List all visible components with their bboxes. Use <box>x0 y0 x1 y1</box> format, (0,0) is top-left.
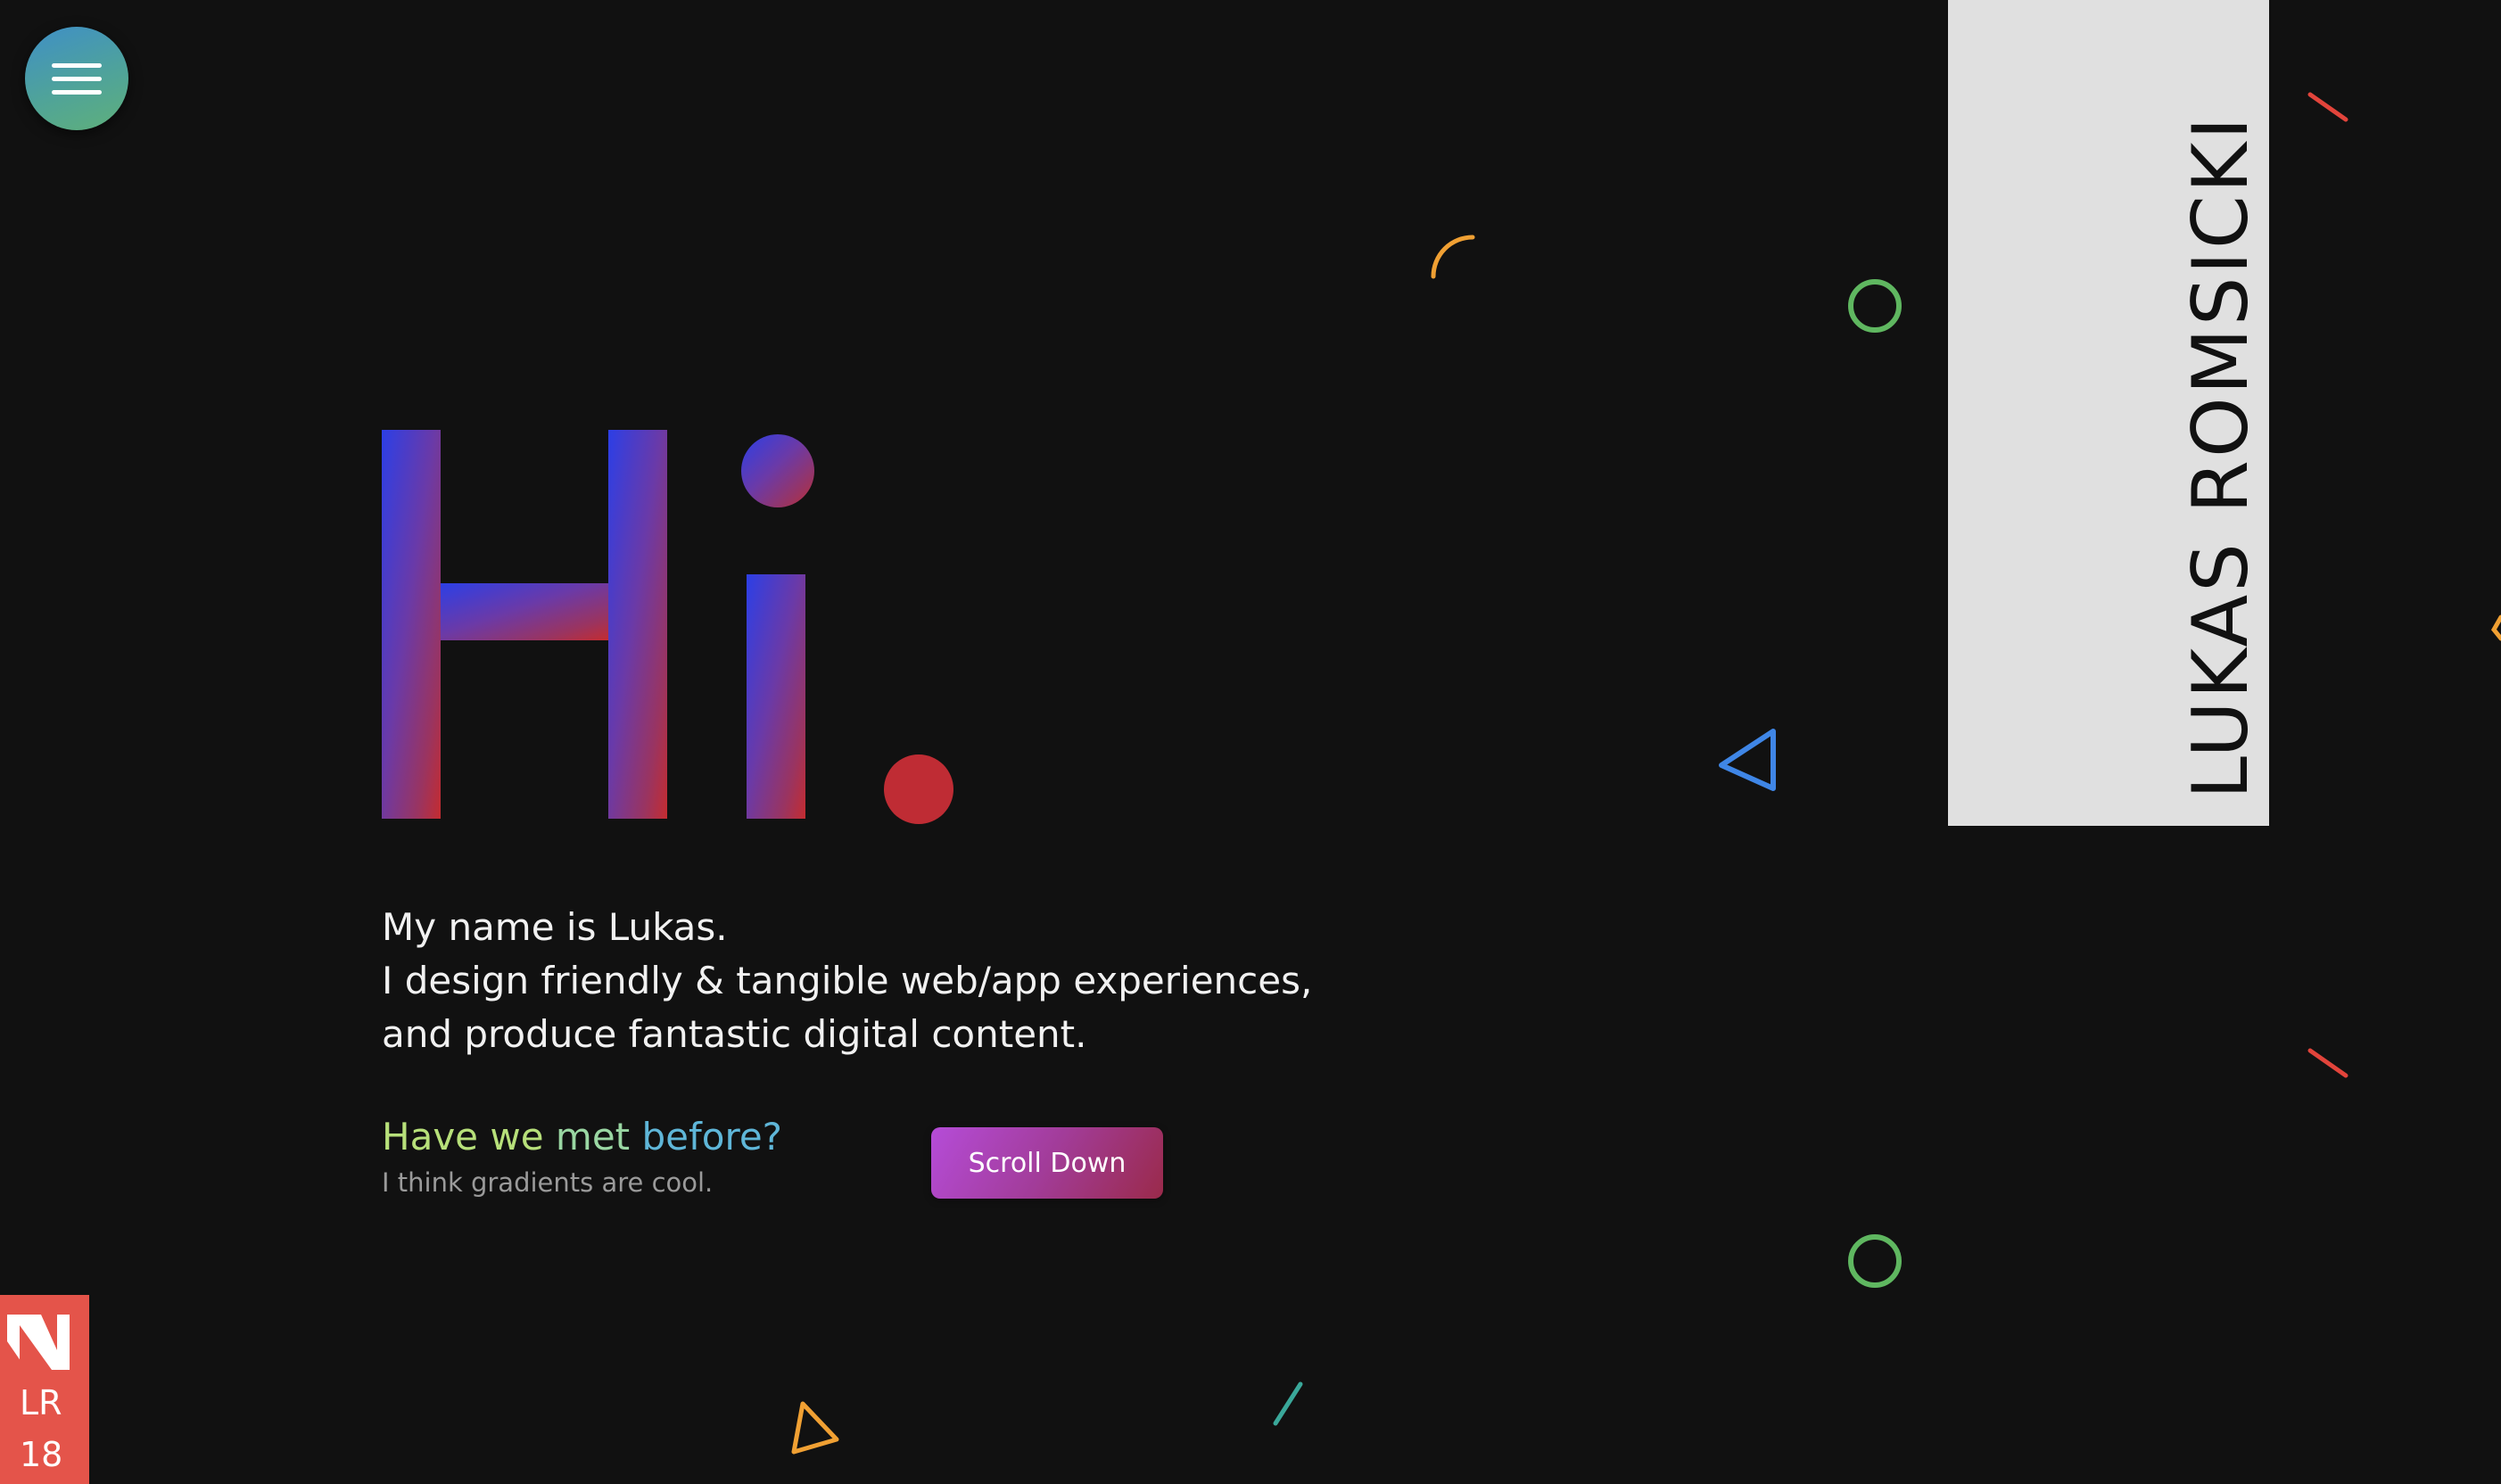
intro-line-2: I design friendly & tangible web/app exp… <box>382 959 1313 1002</box>
hero-letter-h <box>382 430 667 819</box>
intro-line-1: My name is Lukas. <box>382 905 728 949</box>
hero-greeting: Hi <box>357 392 953 824</box>
hero-period-dot <box>884 754 953 824</box>
name-panel-text: LUKAS ROMSICKI <box>2176 114 2266 799</box>
intro-line-3: and produce fantastic digital content. <box>382 1012 1087 1056</box>
page-root: Hi My name is Lukas. I design friendly &… <box>0 0 2501 1484</box>
met-title: Have we met before? <box>382 1115 782 1159</box>
teal-line-icon <box>1273 1381 1303 1426</box>
logo-year: 18 <box>20 1435 63 1474</box>
orange-arc-icon <box>1431 235 1475 279</box>
orange-chevron-icon <box>2490 614 2501 641</box>
logo-initials: LR <box>20 1383 62 1422</box>
met-block: Have we met before? I think gradients ar… <box>382 1115 782 1199</box>
green-circle-icon <box>1848 1234 1902 1288</box>
met-subtitle: I think gradients are cool. <box>382 1167 714 1198</box>
hamburger-menu-icon-bar <box>52 89 102 95</box>
met-title-part-2: met <box>555 1115 631 1158</box>
hero-letter-i <box>741 434 814 819</box>
red-line-icon <box>2307 1048 2348 1078</box>
hero-greeting-text: Hi <box>357 392 359 393</box>
blue-triangle-icon <box>1719 729 1776 791</box>
logo-badge[interactable]: LR 18 <box>0 1295 89 1484</box>
hamburger-menu-icon-bar <box>52 76 102 81</box>
intro-text: My name is Lukas. I design friendly & ta… <box>382 901 1452 1061</box>
menu-button[interactable] <box>25 27 128 130</box>
met-title-part-1: Have we <box>382 1115 544 1158</box>
red-line-icon <box>2307 92 2348 122</box>
scroll-down-button[interactable]: Scroll Down <box>931 1127 1163 1199</box>
hamburger-menu-icon <box>52 62 102 68</box>
logo-mark-icon <box>7 1315 70 1370</box>
orange-triangle-icon <box>791 1401 839 1455</box>
met-title-part-3: before? <box>641 1115 782 1158</box>
green-circle-icon <box>1848 279 1902 333</box>
